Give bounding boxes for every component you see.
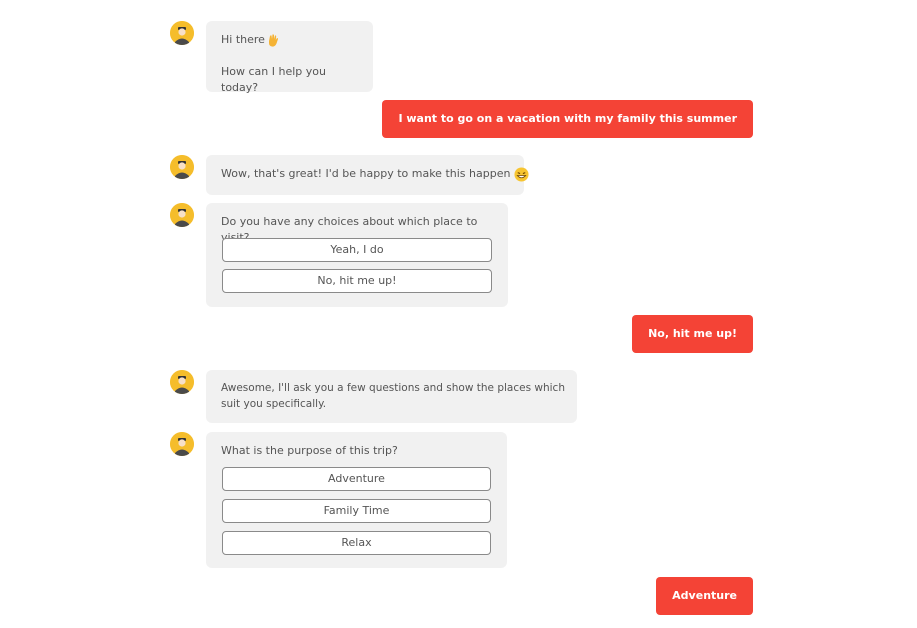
trip-purpose-question: What is the purpose of this trip?: [221, 444, 398, 457]
bot-message-awesome: Awesome, I'll ask you a few questions an…: [206, 370, 577, 423]
greeting-line: Hi there: [221, 33, 265, 46]
user-message-adventure: Adventure: [656, 577, 753, 615]
option-no-hit-me-up-button[interactable]: No, hit me up!: [222, 269, 492, 293]
waving-hand-icon: [265, 32, 281, 48]
user-message-vacation: I want to go on a vacation with my famil…: [382, 100, 753, 138]
bot-message-place-choice: Do you have any choices about which plac…: [206, 203, 508, 307]
happy-text: Wow, that's great! I'd be happy to make …: [221, 167, 511, 180]
bot-message-trip-purpose: What is the purpose of this trip? Advent…: [206, 432, 507, 568]
grinning-face-icon: [514, 166, 529, 182]
bot-avatar-icon: [170, 155, 194, 179]
greeting-question: How can I help you today?: [221, 65, 326, 94]
awesome-line-2: suit you specifically.: [221, 398, 327, 410]
bot-avatar-icon: [170, 21, 194, 45]
option-yeah-i-do-button[interactable]: Yeah, I do: [222, 238, 492, 262]
bot-message-greeting: Hi there How can I help you today?: [206, 21, 373, 94]
option-family-time-button[interactable]: Family Time: [222, 499, 491, 523]
option-relax-button[interactable]: Relax: [222, 531, 491, 555]
bot-message-happy: Wow, that's great! I'd be happy to make …: [206, 155, 529, 195]
bot-avatar-icon: [170, 370, 194, 394]
option-adventure-button[interactable]: Adventure: [222, 467, 491, 491]
bot-avatar-icon: [170, 203, 194, 227]
bot-avatar-icon: [170, 432, 194, 456]
awesome-line-1: Awesome, I'll ask you a few questions an…: [221, 382, 565, 394]
user-message-no-hit-me-up: No, hit me up!: [632, 315, 753, 353]
